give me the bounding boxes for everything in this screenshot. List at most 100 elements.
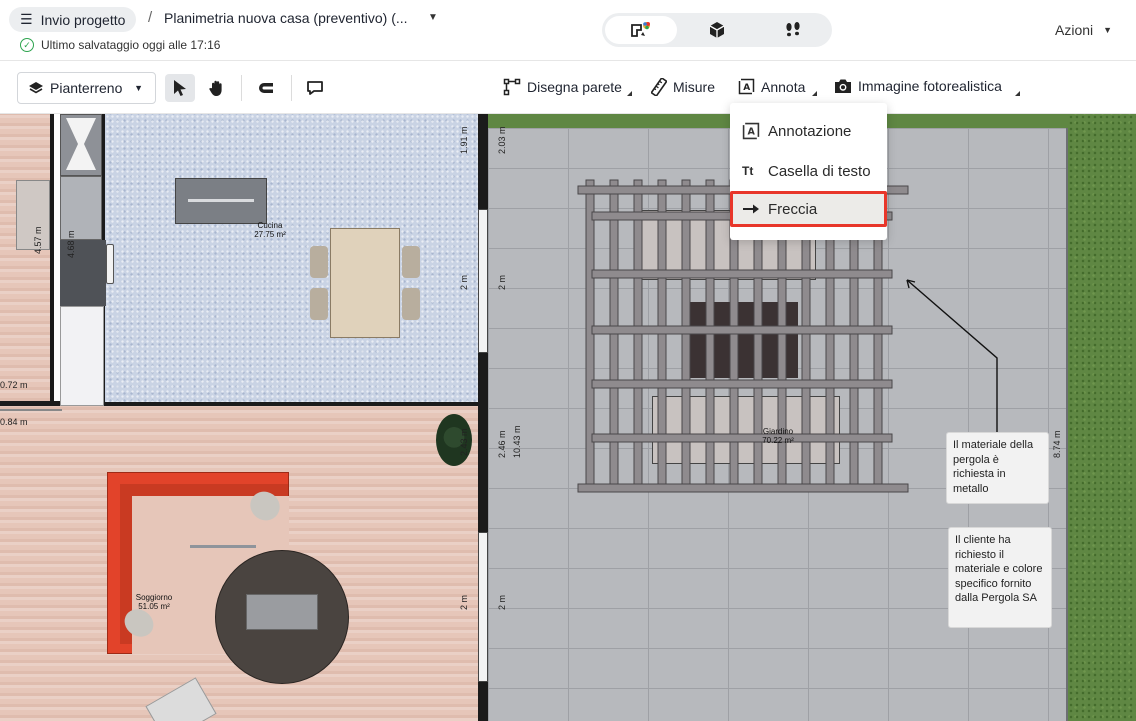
text-note[interactable]: Il materiale della pergola è richiesta i… <box>946 432 1049 504</box>
project-menu-button[interactable]: ☰ Invio progetto <box>9 7 137 32</box>
dimension-label: 2 m <box>497 274 507 290</box>
room-name: Soggiorno <box>135 593 173 602</box>
dining-table[interactable] <box>330 228 400 338</box>
dimension-label: 2.03 m <box>497 126 507 154</box>
dimension-label: 0.84 m <box>0 417 28 427</box>
dimension-label: 2 m <box>459 274 469 290</box>
view-mode-switch <box>602 13 832 47</box>
view-3d-button[interactable] <box>681 16 753 44</box>
annotation-icon: A <box>742 122 760 140</box>
room-area: 27.75 m² <box>254 230 286 240</box>
dining-chair[interactable] <box>402 246 420 278</box>
text-note-content: Il materiale della pergola è richiesta i… <box>953 439 1034 495</box>
dimension-label: 8.74 m <box>1052 430 1062 458</box>
dining-chair[interactable] <box>402 288 420 320</box>
dimension-label: 2 m <box>497 594 507 610</box>
dimension-label: 1.91 m <box>459 126 469 154</box>
comment-tool[interactable] <box>300 74 330 102</box>
annotate-button[interactable]: A Annota <box>738 78 805 95</box>
tv-rail <box>190 545 256 548</box>
photoreal-image-label: Immagine fotorealistica <box>858 78 1002 94</box>
photoreal-image-button[interactable]: Immagine fotorealistica <box>834 78 1002 94</box>
camera-icon <box>835 79 851 93</box>
cursor-arrow-icon <box>174 80 186 96</box>
project-title[interactable]: Planimetria nuova casa (preventivo) (... <box>164 10 408 26</box>
magnet-tool[interactable] <box>251 74 281 102</box>
menu-item-arrow[interactable]: Freccia <box>730 191 887 227</box>
room-label-living[interactable]: Soggiorno 51.05 m² <box>122 593 186 611</box>
text-note[interactable]: Il cliente ha richiesto il materiale e c… <box>948 527 1052 628</box>
kitchen-floor[interactable] <box>105 114 478 404</box>
annotate-dropdown-menu: A Annotazione Tt Casella di testo Frecci… <box>730 103 887 240</box>
save-status: ✓ Ultimo salvataggio oggi alle 17:16 <box>20 38 220 52</box>
chevron-down-icon[interactable]: ▼ <box>428 12 438 23</box>
project-menu-label: Invio progetto <box>40 11 126 28</box>
wall-hallway[interactable] <box>50 114 54 404</box>
dimension-label: 10.43 m <box>512 425 522 458</box>
svg-text:A: A <box>748 127 756 138</box>
room-name: Giardino <box>762 427 794 436</box>
hamburger-icon: ☰ <box>20 11 33 27</box>
magnet-icon <box>259 83 273 93</box>
menu-item-annotation[interactable]: A Annotazione <box>730 113 887 149</box>
text-note-content: Il cliente ha richiesto il materiale e c… <box>955 534 1043 604</box>
floor-select[interactable]: Pianterreno ▼ <box>17 72 156 104</box>
actions-label: Azioni <box>1055 22 1094 38</box>
room-label-kitchen[interactable]: Cucina 27.75 m² <box>238 221 302 239</box>
fridge[interactable] <box>60 306 104 406</box>
editor-toolbar: Pianterreno ▼ Disegna parete Misure A An… <box>0 61 1136 114</box>
draw-wall-button[interactable]: Disegna parete <box>503 78 622 96</box>
island-rail <box>188 199 254 202</box>
toolbar-divider <box>241 75 242 101</box>
arrow-right-icon <box>743 204 759 214</box>
layers-icon <box>29 82 43 94</box>
floorplan-canvas[interactable]: Cucina 27.75 m² Soggiorno 51.05 m² Giard… <box>0 114 1136 721</box>
coffee-table[interactable] <box>246 594 318 630</box>
garden-edge <box>1066 128 1068 721</box>
room-name: Cucina <box>257 221 283 230</box>
lawn <box>1068 114 1136 721</box>
cube-3d-icon <box>709 22 725 38</box>
check-circle-icon: ✓ <box>20 38 34 52</box>
oven-handle <box>106 244 114 284</box>
submenu-indicator-icon <box>1015 91 1020 96</box>
window[interactable] <box>478 532 488 682</box>
dining-chair[interactable] <box>310 288 328 320</box>
floorplan-2d-icon <box>631 22 650 37</box>
annotation-arrow[interactable] <box>900 274 1010 454</box>
view-walkthrough-button[interactable] <box>757 16 829 44</box>
actions-menu[interactable]: Azioni ▼ <box>1055 22 1112 38</box>
toolbar-divider <box>291 75 292 101</box>
view-2d-button[interactable] <box>605 16 677 44</box>
dining-chair[interactable] <box>310 246 328 278</box>
comment-icon <box>307 81 323 95</box>
draw-wall-icon <box>503 78 521 96</box>
room-label-garden[interactable]: Giardino 70.22 m² <box>746 427 810 445</box>
room-area: 51.05 m² <box>138 602 170 612</box>
text-size-icon: Tt <box>742 164 754 178</box>
floor-select-value: Pianterreno <box>50 80 123 96</box>
window[interactable] <box>478 209 488 353</box>
menu-item-text-box[interactable]: Tt Casella di testo <box>730 153 887 189</box>
dimension-label: 2.43 m <box>459 428 469 456</box>
chevron-down-icon: ▼ <box>1103 25 1113 35</box>
room-area: 70.22 m² <box>762 436 794 446</box>
chevron-down-icon: ▼ <box>134 83 143 93</box>
save-status-text: Ultimo salvataggio oggi alle 17:16 <box>41 38 221 52</box>
dimension-label: 0.72 m <box>0 380 28 390</box>
annotation-icon: A <box>738 78 755 95</box>
hand-icon <box>209 80 222 96</box>
select-tool[interactable] <box>165 74 195 102</box>
menu-item-label: Freccia <box>768 200 818 218</box>
menu-item-label: Annotazione <box>768 122 852 140</box>
breadcrumb-separator: / <box>148 9 153 26</box>
draw-wall-label: Disegna parete <box>527 79 622 95</box>
hallway-floor <box>0 114 50 404</box>
wall-stub[interactable] <box>0 401 60 405</box>
measures-button[interactable]: Misure <box>651 78 715 96</box>
measures-label: Misure <box>673 79 716 95</box>
footsteps-icon <box>786 22 800 37</box>
submenu-indicator-icon <box>627 91 632 96</box>
pan-tool[interactable] <box>202 74 232 102</box>
dimension-label: 2.46 m <box>497 430 507 458</box>
